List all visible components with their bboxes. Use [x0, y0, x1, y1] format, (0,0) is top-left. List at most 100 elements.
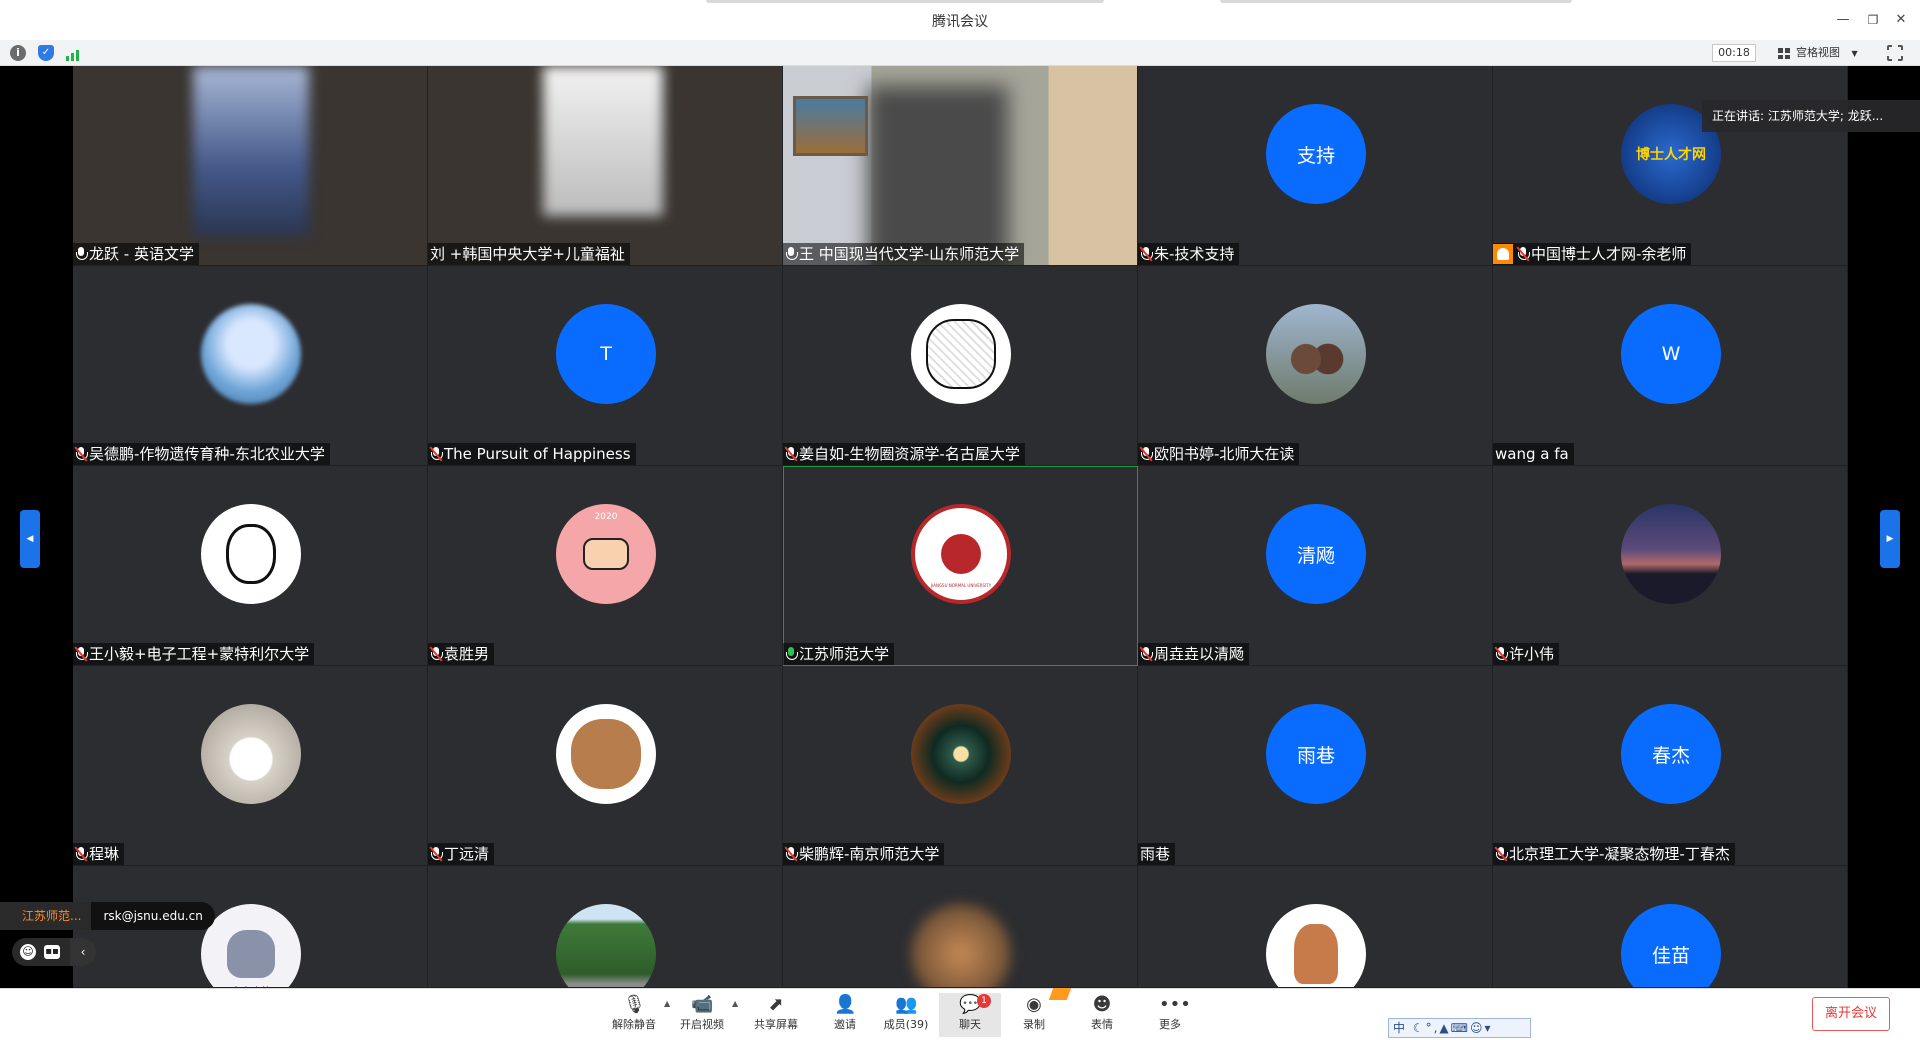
start-video-button[interactable]: 📹 开启视频: [674, 993, 730, 1037]
ime-toolbar[interactable]: 中 ☾°,▲⌨☺▾: [1388, 1018, 1531, 1038]
participant-nameplate: 姜自如-生物圈资源学-名古屋大学: [783, 443, 1025, 465]
avatar: [201, 504, 301, 604]
minimize-icon[interactable]: —: [1832, 9, 1854, 31]
avatar: [1266, 304, 1366, 404]
participant-nameplate: 柴鹏辉-南京师范大学: [783, 843, 945, 865]
camera-off-icon: 📹: [691, 994, 714, 1015]
smiley-icon[interactable]: ☺: [20, 944, 36, 960]
avatar: [911, 304, 1011, 404]
mic-icon: [785, 246, 798, 262]
participant-name: 丁远清: [444, 845, 490, 863]
mic-muted-icon: [429, 646, 443, 662]
close-icon[interactable]: ✕: [1890, 9, 1912, 31]
participant-tile[interactable]: 柴鹏辉-南京师范大学: [783, 666, 1138, 866]
avatar: JIANGSU NORMAL UNIVERSITY: [911, 504, 1011, 604]
participant-tile[interactable]: 佳苗: [1493, 866, 1848, 988]
chat-bubble-icon[interactable]: ▪▪: [44, 945, 60, 959]
participant-tile[interactable]: 春杰 北京理工大学-凝聚态物理-丁春杰: [1493, 666, 1848, 866]
smiley-icon: ☻: [1092, 994, 1112, 1015]
share-screen-button[interactable]: ⬈ 共享屏幕: [748, 993, 804, 1037]
participant-tile[interactable]: 姜自如-生物圈资源学-名古屋大学: [783, 266, 1138, 466]
participant-name: 朱-技术支持: [1154, 245, 1235, 263]
participant-tile[interactable]: Wwang a fa: [1493, 266, 1848, 466]
title-bar: 腾讯会议 — ❐ ✕: [0, 0, 1920, 40]
next-page-arrow-icon[interactable]: ▶: [1880, 510, 1900, 568]
participant-tile[interactable]: JIANGSU NORMAL UNIVERSITY 江苏师范大学: [783, 466, 1138, 666]
participant-tile[interactable]: [783, 866, 1138, 988]
logo-text: JIANGSU NORMAL UNIVERSITY: [930, 583, 992, 588]
video-feed: [428, 66, 782, 265]
participant-nameplate: 雨巷: [1138, 843, 1176, 865]
participant-name: 周垚垚以清飏: [1154, 645, 1245, 663]
participant-name: 中国博士人才网-余老师: [1531, 245, 1687, 263]
participant-tile[interactable]: 程琳: [73, 666, 428, 866]
speaking-indicator: 正在讲话: 江苏师范大学; 龙跃...: [1702, 100, 1920, 132]
participant-tile[interactable]: 2020 袁胜男: [428, 466, 783, 666]
participant-name: The Pursuit of Happiness: [444, 445, 631, 463]
audio-options-caret-icon[interactable]: ▲: [664, 999, 670, 1008]
participant-tile[interactable]: 王 中国现当代文学-山东师范大学: [783, 66, 1138, 266]
avatar-initials: W: [1621, 304, 1721, 404]
reactions-button[interactable]: ☻ 表情: [1074, 993, 1130, 1037]
avatar-initials: 佳苗: [1621, 904, 1721, 987]
participant-name: 姜自如-生物圈资源学-名古屋大学: [799, 445, 1020, 463]
avatar: [911, 704, 1011, 804]
fullscreen-icon[interactable]: [1886, 44, 1904, 62]
avatar-initials: 雨巷: [1266, 704, 1366, 804]
participant-nameplate: 欧阳书婷-北师大在读: [1138, 443, 1300, 465]
participant-nameplate: 王小毅+电子工程+蒙特利尔大学: [73, 643, 315, 665]
participant-tile[interactable]: 博士人才网中国博士人才网-余老师: [1493, 66, 1848, 266]
invite-button[interactable]: 👤 邀请: [817, 993, 873, 1037]
participant-tile[interactable]: T The Pursuit of Happiness: [428, 266, 783, 466]
participant-tile[interactable]: 丁远清: [428, 666, 783, 866]
participant-nameplate: wang a fa: [1493, 443, 1574, 465]
participant-tile[interactable]: 欧阳书婷-北师大在读: [1138, 266, 1493, 466]
mic-muted-icon: [74, 846, 88, 862]
participant-tile[interactable]: 支持朱-技术支持: [1138, 66, 1493, 266]
mic-muted-icon: [784, 846, 798, 862]
video-options-caret-icon[interactable]: ▲: [732, 999, 738, 1008]
participant-tile[interactable]: 吴德鹏-作物遗传育种-东北农业大学: [73, 266, 428, 466]
prev-page-arrow-icon[interactable]: ◀: [20, 510, 40, 568]
participant-name: 吴德鹏-作物遗传育种-东北农业大学: [89, 445, 325, 463]
participant-nameplate: 北京理工大学-凝聚态物理-丁春杰: [1493, 843, 1735, 865]
mic-muted-icon: [1494, 846, 1508, 862]
avatar: [556, 704, 656, 804]
signal-icon[interactable]: [66, 45, 82, 61]
record-icon: ◉: [1026, 994, 1042, 1015]
participant-tile[interactable]: 许小伟: [1493, 466, 1848, 666]
avatar: [201, 704, 301, 804]
leave-meeting-button[interactable]: 离开会议: [1812, 997, 1890, 1031]
mic-muted-icon: [1139, 446, 1153, 462]
mic-muted-icon: [429, 446, 443, 462]
avatar-initials: 清飏: [1266, 504, 1366, 604]
chevron-down-icon: ▼: [1851, 49, 1858, 58]
info-icon[interactable]: i: [10, 45, 26, 61]
avatar: [201, 304, 301, 404]
participant-tile[interactable]: 雨巷 雨巷: [1138, 666, 1493, 866]
mic-muted-icon: [1516, 246, 1530, 262]
quick-chat-pill[interactable]: ☺ ▪▪ ‹: [12, 938, 96, 966]
participant-tile[interactable]: [428, 866, 783, 988]
mic-muted-icon: [1139, 646, 1153, 662]
restore-icon[interactable]: ❐: [1862, 9, 1884, 31]
members-button[interactable]: 👥 成员(39): [878, 993, 934, 1037]
participant-name: 雨巷: [1140, 845, 1171, 863]
participant-tile[interactable]: 王小毅+电子工程+蒙特利尔大学: [73, 466, 428, 666]
mic-speaking-icon: [785, 646, 798, 662]
view-mode-button[interactable]: 宫格视图 ▼: [1778, 44, 1858, 62]
chat-preview[interactable]: 江苏师范... rsk@jsnu.edu.cn: [0, 902, 215, 930]
participant-tile[interactable]: 刘 +韩国中央大学+儿童福祉: [428, 66, 783, 266]
logo-text: 博士人才网: [1636, 147, 1706, 163]
avatar-initials: 支持: [1266, 104, 1366, 204]
unmute-button[interactable]: 🎙 解除静音: [606, 993, 662, 1037]
shield-icon[interactable]: ✓: [38, 45, 54, 61]
more-button[interactable]: ••• 更多: [1142, 993, 1198, 1037]
avatar-initials: T: [556, 304, 656, 404]
video-feed: [73, 66, 427, 265]
participant-tile[interactable]: 龙跃 - 英语文学: [73, 66, 428, 266]
chat-button[interactable]: 💬 1 聊天: [939, 993, 1001, 1037]
participant-tile[interactable]: [1138, 866, 1493, 988]
participant-tile[interactable]: 清飏周垚垚以清飏: [1138, 466, 1493, 666]
avatar: [1621, 504, 1721, 604]
